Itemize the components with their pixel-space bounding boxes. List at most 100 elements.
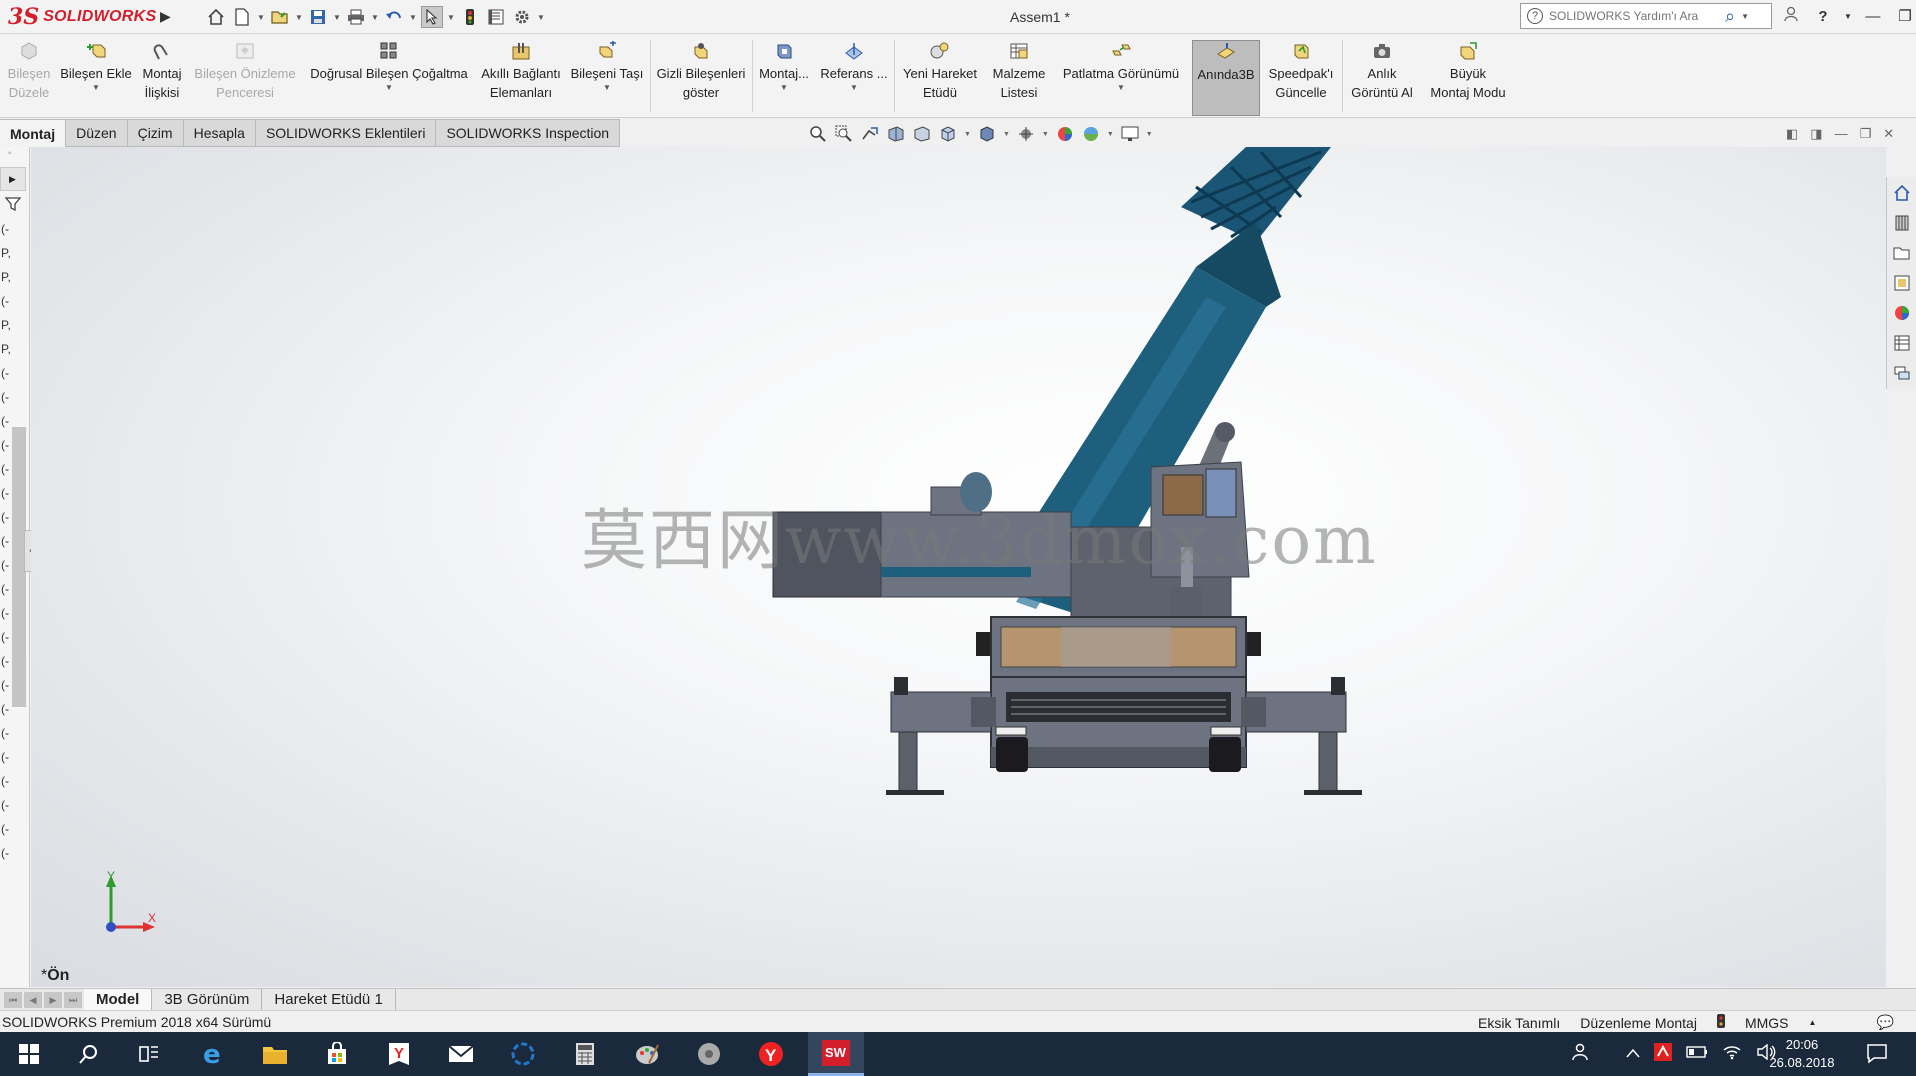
- view-orientation-icon[interactable]: [938, 124, 958, 144]
- custom-properties-icon[interactable]: [1892, 333, 1912, 353]
- tab-solidworks-inspection[interactable]: SOLIDWORKS Inspection: [436, 119, 621, 147]
- previous-view-icon[interactable]: [860, 124, 880, 144]
- print-icon[interactable]: [345, 6, 367, 28]
- tree-row[interactable]: (-: [0, 361, 29, 385]
- restore-window-icon[interactable]: ❐: [1894, 7, 1916, 25]
- tree-row[interactable]: (-: [0, 721, 29, 745]
- tree-row[interactable]: (-: [0, 841, 29, 865]
- status-comment-icon[interactable]: 💬: [1876, 1014, 1893, 1031]
- tab-model[interactable]: Model: [84, 989, 153, 1010]
- help-menu-icon[interactable]: ?: [1812, 8, 1834, 25]
- tree-row[interactable]: (-: [0, 289, 29, 313]
- user-account-icon[interactable]: [1780, 6, 1802, 26]
- zoom-to-fit-icon[interactable]: [808, 124, 828, 144]
- panel-handle-icon[interactable]: ◦: [0, 147, 29, 161]
- tile-horizontal-icon[interactable]: ◧: [1786, 126, 1798, 142]
- help-search-box[interactable]: ? ⌕ ▼: [1520, 3, 1772, 29]
- display-style-icon[interactable]: [977, 124, 997, 144]
- tree-row[interactable]: (-: [0, 769, 29, 793]
- tab-evaluate[interactable]: Hesapla: [183, 119, 256, 147]
- take-snapshot-button[interactable]: Anlık Görüntü Al: [1346, 40, 1418, 116]
- view-settings-icon[interactable]: [1120, 124, 1140, 144]
- exploded-view-button[interactable]: Patlatma Görünümü ▼: [1056, 40, 1186, 116]
- outrigger-jack-left[interactable]: [898, 731, 918, 793]
- dynamic-annotation-icon[interactable]: [912, 124, 932, 144]
- reference-geometry-dropdown-icon[interactable]: ▼: [850, 83, 858, 93]
- tab-assembly[interactable]: Montaj: [0, 119, 67, 147]
- select-dropdown-icon[interactable]: ▼: [447, 13, 455, 22]
- file-properties-icon[interactable]: [485, 6, 507, 28]
- apply-scene-dropdown-icon[interactable]: ▼: [1107, 131, 1114, 138]
- exploded-view-dropdown-icon[interactable]: ▼: [1117, 83, 1125, 93]
- options-gear-icon[interactable]: [511, 6, 533, 28]
- bill-of-materials-button[interactable]: Malzeme Listesi: [986, 40, 1052, 116]
- units-dropdown-icon[interactable]: ▲: [1809, 1018, 1817, 1027]
- microsoft-store-icon[interactable]: [312, 1032, 362, 1076]
- display-style-dropdown-icon[interactable]: ▼: [1003, 131, 1010, 138]
- windows-start-icon[interactable]: [4, 1032, 54, 1076]
- move-component-dropdown-icon[interactable]: ▼: [603, 83, 611, 93]
- instant3d-button[interactable]: Anında3B: [1192, 40, 1260, 116]
- yandex-app-icon[interactable]: Y: [746, 1032, 796, 1076]
- filter-icon[interactable]: [0, 191, 29, 217]
- undo-icon[interactable]: [383, 6, 405, 28]
- select-pointer-icon[interactable]: [421, 6, 443, 28]
- linear-component-pattern-button[interactable]: Doğrusal Bileşen Çoğaltma ▼: [304, 40, 474, 116]
- tree-row[interactable]: (-: [0, 817, 29, 841]
- section-view-icon[interactable]: [886, 124, 906, 144]
- viewport-minimize-icon[interactable]: —: [1835, 126, 1848, 142]
- antivirus-tray-icon[interactable]: [1654, 1042, 1672, 1066]
- disk-app-icon[interactable]: [684, 1032, 734, 1076]
- move-component-button[interactable]: Bileşeni Taşı ▼: [568, 40, 646, 116]
- tree-row[interactable]: P,: [0, 241, 29, 265]
- tree-row[interactable]: P,: [0, 313, 29, 337]
- viewport-restore-icon[interactable]: ❐: [1860, 126, 1872, 142]
- hide-show-dropdown-icon[interactable]: ▼: [1042, 131, 1049, 138]
- taskbar-clock[interactable]: 20:06 26.08.2018: [1760, 1036, 1844, 1072]
- solidworks-logo[interactable]: 3S SOLIDWORKS: [8, 3, 156, 31]
- help-menu-dropdown-icon[interactable]: ▼: [1844, 12, 1852, 21]
- prev-tab-icon[interactable]: ◀: [24, 992, 42, 1008]
- front-wheel-right[interactable]: [1209, 737, 1241, 772]
- last-tab-icon[interactable]: ⏭: [64, 992, 82, 1008]
- notifications-icon[interactable]: [1866, 1042, 1888, 1069]
- wifi-icon[interactable]: [1722, 1044, 1742, 1065]
- file-explorer-taskbar-icon[interactable]: [250, 1032, 300, 1076]
- mirror-left[interactable]: [976, 632, 990, 656]
- solidworks-resources-icon[interactable]: [1892, 183, 1912, 203]
- reference-geometry-button[interactable]: Referans ... ▼: [818, 40, 890, 116]
- mate-button[interactable]: Montaj İlişkisi: [136, 40, 188, 116]
- tree-row[interactable]: P,: [0, 337, 29, 361]
- first-tab-icon[interactable]: ⏮: [4, 992, 22, 1008]
- yandex-browser-icon[interactable]: Y: [374, 1032, 424, 1076]
- panel-expand-icon[interactable]: ▶: [0, 167, 26, 191]
- people-icon[interactable]: [1572, 1042, 1592, 1067]
- calculator-icon[interactable]: [560, 1032, 610, 1076]
- tile-vertical-icon[interactable]: ◨: [1810, 126, 1822, 142]
- insert-component-dropdown-icon[interactable]: ▼: [92, 83, 100, 93]
- tray-expand-icon[interactable]: [1626, 1045, 1640, 1063]
- open-folder-icon[interactable]: [269, 6, 291, 28]
- tab-3d-view[interactable]: 3B Görünüm: [152, 989, 263, 1010]
- edit-component-button[interactable]: Bileşen Düzele: [6, 40, 52, 116]
- solidworks-taskbar-icon[interactable]: SW: [808, 1032, 864, 1076]
- component-preview-window-button[interactable]: Bileşen Önizleme Penceresi: [192, 40, 298, 116]
- assembly-features-dropdown-icon[interactable]: ▼: [780, 83, 788, 93]
- edit-appearance-icon[interactable]: [1055, 124, 1075, 144]
- insert-component-button[interactable]: Bileşen Ekle ▼: [58, 40, 134, 116]
- viewport-close-icon[interactable]: ✕: [1883, 126, 1894, 142]
- appearances-scenes-icon[interactable]: [1892, 303, 1912, 323]
- save-dropdown-icon[interactable]: ▼: [333, 13, 341, 22]
- new-document-icon[interactable]: [231, 6, 253, 28]
- options-dropdown-icon[interactable]: ▼: [537, 13, 545, 22]
- hide-show-items-icon[interactable]: [1016, 124, 1036, 144]
- view-orientation-dropdown-icon[interactable]: ▼: [964, 131, 971, 138]
- rebuild-traffic-icon[interactable]: [1716, 1014, 1725, 1031]
- smart-fasteners-button[interactable]: Akıllı Bağlantı Elemanları: [478, 40, 564, 116]
- paint-icon[interactable]: [622, 1032, 672, 1076]
- search-icon[interactable]: ⌕: [1725, 6, 1735, 27]
- boom-pivot-pin[interactable]: [1215, 422, 1235, 442]
- assembly-features-button[interactable]: Montaj... ▼: [756, 40, 812, 116]
- edge-browser-icon[interactable]: e: [188, 1032, 238, 1076]
- tree-row[interactable]: (-: [0, 793, 29, 817]
